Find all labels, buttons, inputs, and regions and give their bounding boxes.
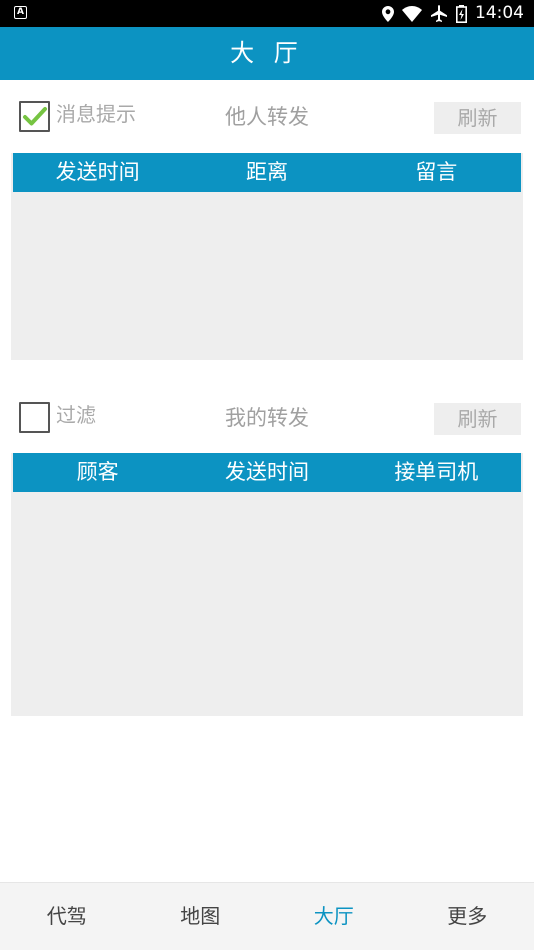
bottom-tab-bar: 代驾 地图 大厅 更多 [0, 882, 534, 950]
wifi-icon [402, 5, 422, 22]
section-my-forward-header: 过滤 我的转发 刷新 [0, 398, 534, 438]
title-bar: 大 厅 [0, 27, 534, 80]
refresh-button[interactable]: 刷新 [434, 102, 521, 134]
table-header: 顾客 发送时间 接单司机 [13, 453, 521, 492]
tab-map[interactable]: 地图 [134, 883, 268, 950]
battery-icon [456, 4, 467, 23]
section-others-forward-header: 消息提示 他人转发 刷新 [0, 97, 534, 137]
status-time: 14:04 [475, 3, 524, 23]
refresh-button[interactable]: 刷新 [434, 403, 521, 435]
column-header: 发送时间 [55, 160, 140, 184]
status-bar: A 14:04 [0, 0, 534, 27]
page-title: 大 厅 [230, 39, 304, 67]
my-forward-table: 顾客 发送时间 接单司机 [11, 453, 523, 716]
airplane-mode-icon [431, 4, 447, 22]
table-header: 发送时间 距离 留言 [13, 153, 521, 192]
column-header: 接单司机 [394, 460, 479, 484]
tab-more[interactable]: 更多 [401, 883, 534, 950]
column-header: 顾客 [76, 460, 119, 484]
notification-a-icon: A [14, 6, 27, 19]
status-icons: 14:04 [382, 3, 524, 24]
column-header: 发送时间 [224, 460, 309, 484]
tab-hall[interactable]: 大厅 [267, 883, 401, 950]
others-forward-table: 发送时间 距离 留言 [11, 153, 523, 360]
column-header: 留言 [415, 160, 458, 184]
tab-designated-driver[interactable]: 代驾 [0, 883, 134, 950]
column-header: 距离 [245, 160, 288, 184]
location-icon [382, 5, 394, 22]
